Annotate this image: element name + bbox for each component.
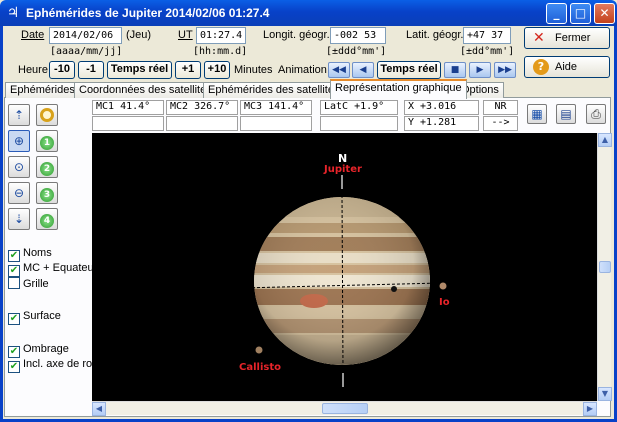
io-shadow	[391, 286, 397, 292]
callisto-moon	[255, 346, 263, 354]
grille-checkbox[interactable]: Grille	[8, 277, 49, 290]
mc3-value: MC3 141.4°	[240, 100, 312, 115]
ring-icon[interactable]	[36, 104, 58, 126]
close-x-icon: ✕	[533, 30, 545, 46]
title-bar[interactable]: ♃ Ephémérides de Jupiter 2014/02/06 01:2…	[0, 0, 617, 26]
io-moon	[439, 282, 447, 290]
mc1-value: MC1 41.4°	[92, 100, 164, 115]
satellite-3-icon[interactable]: 3	[36, 182, 58, 204]
empty-checkbox-icon	[8, 277, 20, 289]
satellite-2-icon[interactable]: 2	[36, 156, 58, 178]
jupiter-symbol-icon: ♃	[6, 5, 20, 21]
window-title: Ephémérides de Jupiter 2014/02/06 01:27.…	[26, 6, 270, 20]
nr-value: NR	[483, 100, 518, 115]
noms-checkbox[interactable]: ✔ Noms	[8, 247, 52, 262]
animation-label: Animation	[278, 64, 327, 76]
mc1-empty-field	[92, 116, 164, 131]
date-label: Date	[21, 29, 45, 41]
rewind-icon[interactable]: ◀	[352, 62, 374, 78]
close-window-button[interactable]: ✕	[594, 3, 615, 24]
help-icon: ?	[533, 59, 549, 75]
tab-coordonnees-satellites[interactable]: Coordonnées des satellites	[74, 82, 217, 98]
heure-label: Heure	[18, 64, 48, 76]
minus-1-button[interactable]: -1	[78, 61, 104, 79]
mc2-value: MC2 326.7°	[166, 100, 238, 115]
latc-value: LatC +1.9°	[320, 100, 398, 115]
rewind-fast-icon[interactable]: ◀◀	[328, 62, 350, 78]
date-input[interactable]: 2014/02/06	[49, 27, 122, 44]
maximize-button[interactable]: □	[570, 3, 591, 24]
zoom-icon[interactable]: ⊙	[8, 156, 30, 178]
save-icon[interactable]: ▤	[556, 104, 576, 124]
mc-equateur-checkbox[interactable]: ✔ MC + Equateur	[8, 262, 97, 277]
y-coordinate-value: Y +1.281	[404, 116, 479, 131]
longitude-label: Longit. géogr.	[263, 29, 330, 41]
date-format-hint: [aaaa/mm/jj]	[50, 46, 123, 57]
ut-format-hint: [hh:mm.d]	[193, 46, 248, 57]
tab-ephemerides-satellites[interactable]: Ephémérides des satellites	[203, 82, 345, 98]
scroll-down-icon[interactable]: ▼	[598, 387, 612, 401]
temps-reel-button[interactable]: Temps réel	[107, 61, 172, 79]
animation-temps-reel-button[interactable]: Temps réel	[377, 61, 441, 79]
satellite-4-icon[interactable]: 4	[36, 208, 58, 230]
jupiter-label: Jupiter	[324, 164, 362, 175]
plus-10-button[interactable]: +10	[204, 61, 230, 79]
mc2-empty-field	[166, 116, 238, 131]
aide-button[interactable]: ? Aide	[524, 56, 610, 78]
x-coordinate-value: X +3.016	[404, 100, 479, 115]
checkmark-icon: ✔	[8, 250, 20, 262]
move-bottom-icon[interactable]: ⇣	[8, 208, 30, 230]
ut-label: UT	[178, 29, 193, 41]
latitude-input[interactable]: +47 37	[463, 27, 511, 44]
checkmark-icon: ✔	[8, 346, 20, 358]
zoom-in-active-icon[interactable]: ⊕	[8, 130, 30, 152]
checkmark-icon: ✔	[8, 361, 20, 373]
play-icon[interactable]: ▶	[469, 62, 491, 78]
satellite-1-icon[interactable]: 1	[36, 130, 58, 152]
latitude-label: Latit. géogr.	[406, 29, 464, 41]
checkmark-icon: ✔	[8, 265, 20, 277]
vertical-scroll-thumb[interactable]	[599, 261, 611, 273]
fermer-button[interactable]: ✕ Fermer	[524, 27, 610, 49]
longitude-input[interactable]: -002 53	[330, 27, 386, 44]
ut-input[interactable]: 01:27.4	[196, 27, 246, 44]
forward-fast-icon[interactable]: ▶▶	[494, 62, 516, 78]
ombrage-checkbox[interactable]: ✔ Ombrage	[8, 343, 69, 358]
incl-axe-checkbox[interactable]: ✔ Incl. axe de rot.	[8, 358, 98, 373]
minimize-button[interactable]: _	[546, 3, 567, 24]
latc-empty-field	[320, 116, 398, 131]
stop-icon[interactable]: ■	[444, 62, 466, 78]
minutes-label: Minutes	[234, 64, 273, 76]
surface-checkbox[interactable]: ✔ Surface	[8, 310, 61, 325]
scroll-left-icon[interactable]: ◀	[92, 402, 106, 416]
longitude-format-hint: [±ddd°mm']	[326, 46, 387, 57]
aide-button-label: Aide	[555, 61, 578, 73]
latitude-format-hint: [±dd°mm']	[460, 46, 515, 57]
tab-ephemerides[interactable]: Ephémérides	[5, 82, 80, 98]
film-icon[interactable]: ▦	[527, 104, 547, 124]
weekday-label: (Jeu)	[126, 29, 152, 41]
io-label: Io	[439, 297, 450, 308]
mc3-empty-field	[240, 116, 312, 131]
scroll-up-icon[interactable]: ▲	[598, 133, 612, 147]
zoom-out-icon[interactable]: ⊖	[8, 182, 30, 204]
scroll-right-icon[interactable]: ▶	[583, 402, 597, 416]
fermer-button-label: Fermer	[555, 32, 591, 44]
vertical-scrollbar[interactable]: ▲ ▼	[597, 133, 612, 401]
minus-10-button[interactable]: -10	[49, 61, 75, 79]
callisto-label: Callisto	[239, 362, 281, 373]
jupiter-graphic-view[interactable]: N Jupiter Io Callisto	[92, 133, 597, 401]
plus-1-button[interactable]: +1	[175, 61, 201, 79]
arrow-button[interactable]: -->	[483, 116, 518, 131]
horizontal-scrollbar[interactable]: ◀ ▶	[92, 401, 597, 416]
checkmark-icon: ✔	[8, 313, 20, 325]
tab-representation-graphique[interactable]: Représentation graphique	[330, 79, 467, 99]
print-icon[interactable]: ⎙	[586, 104, 606, 124]
move-top-icon[interactable]: ⇡	[8, 104, 30, 126]
horizontal-scroll-thumb[interactable]	[322, 403, 368, 414]
